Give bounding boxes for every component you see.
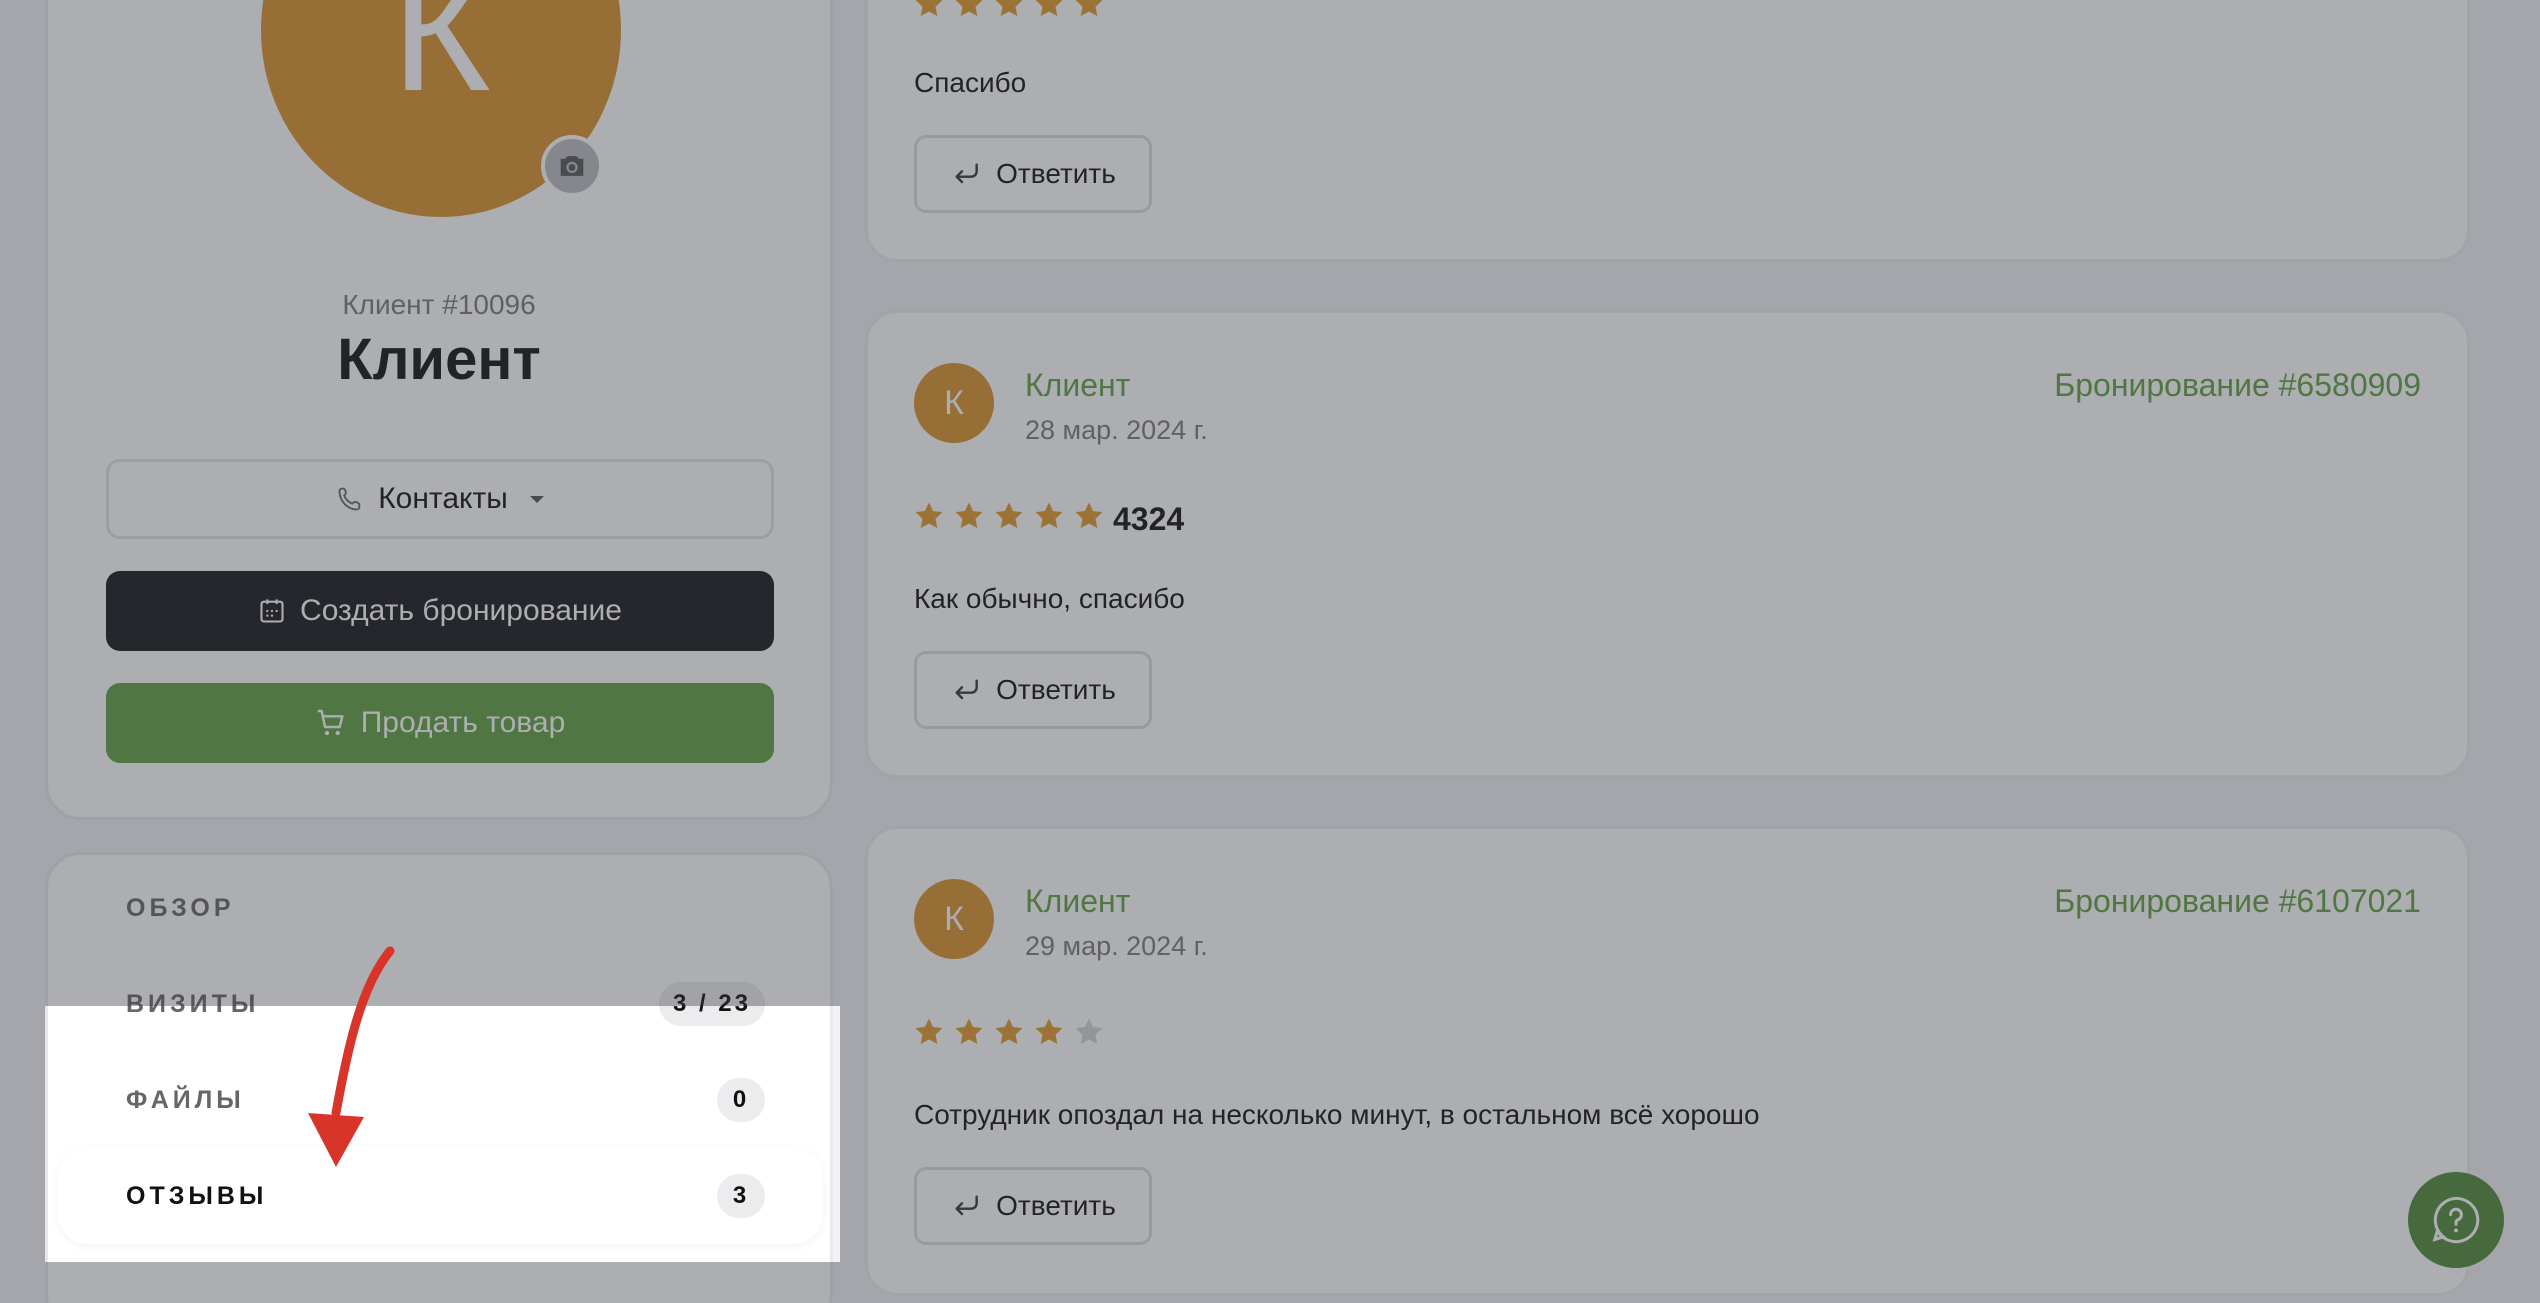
star-rating [912,1015,1106,1049]
avatar-letter: К [944,383,964,422]
review-text: Спасибо [914,67,1027,98]
contacts-button[interactable]: Контакты [106,459,774,539]
review-card: Спасибо Ответить [865,0,2470,262]
review-date: 29 мар. 2024 г. [1025,931,1208,961]
client-name: Клиент [337,327,541,392]
star-filled-icon [1075,0,1103,17]
tab-label: ОТЗЫВЫ [126,1181,268,1210]
count-badge: 3 / 23 [658,982,765,1026]
reply-button[interactable]: Ответить [914,135,1152,213]
tab-label: ФАЙЛЫ [126,1085,245,1114]
calendar-icon [260,599,284,623]
star-filled-icon [915,0,943,17]
tab-files[interactable]: ФАЙЛЫ 0 [58,1052,823,1148]
star-filled-icon [955,1018,983,1045]
booking-link[interactable]: Бронирование #6107021 [2054,883,2421,920]
create-booking-label: Создать бронирование [300,594,622,627]
review-score: 4324 [1113,501,1185,537]
cart-icon [317,709,344,736]
booking-link[interactable]: Бронирование #6580909 [2054,367,2421,404]
profile-nav: ОБЗОР ВИЗИТЫ 3 / 23 ФАЙЛЫ 0 ОТЗЫВЫ 3 [45,852,833,1303]
camera-icon [560,156,584,176]
reply-icon [955,679,979,700]
review-date: 28 мар. 2024 г. [1025,415,1208,445]
count-badge: 3 [717,1174,765,1218]
star-filled-icon [1075,502,1103,529]
review-card: К Клиент 29 мар. 2024 г. Бронирование #6… [865,826,2470,1296]
review-card: К Клиент 28 мар. 2024 г. Бронирование #6… [865,310,2470,778]
review-text: Как обычно, спасибо [914,583,1185,614]
reply-button[interactable]: Ответить [914,1167,1152,1245]
contacts-label: Контакты [378,482,508,515]
change-photo-button[interactable] [541,135,603,197]
review-author-link[interactable]: Клиент [1025,883,1130,920]
star-empty-icon [1075,1018,1103,1045]
reply-icon [955,163,979,184]
star-filled-icon [995,0,1023,17]
avatar-letter: К [391,0,491,127]
reply-label: Ответить [996,158,1116,189]
avatar: К [914,363,994,443]
star-filled-icon [1035,1018,1063,1045]
star-filled-icon [915,1018,943,1045]
tab-overview[interactable]: ОБЗОР [58,860,823,956]
star-filled-icon [995,502,1023,529]
phone-icon [338,487,361,511]
tab-label: ВИЗИТЫ [126,989,260,1018]
client-profile-page: К Клиент #10096 Клиент Контакты Создать … [0,0,2540,1303]
annotation-arrow [308,946,395,1167]
star-filled-icon [995,1018,1023,1045]
sell-product-label: Продать товар [360,706,566,739]
tab-label: ОБЗОР [126,893,235,922]
avatar-letter: К [944,899,964,938]
star-filled-icon [955,502,983,529]
star-rating [912,0,1106,21]
tab-reviews[interactable]: ОТЗЫВЫ 3 [58,1148,823,1244]
review-text: Сотрудник опоздал на несколько минут, в … [914,1099,1760,1130]
star-filled-icon [1035,0,1063,17]
reply-label: Ответить [996,674,1116,705]
sell-product-button[interactable]: Продать товар [106,683,774,763]
chevron-down-icon [529,495,544,503]
create-booking-button[interactable]: Создать бронирование [106,571,774,651]
help-icon [2432,1196,2480,1244]
count-badge: 0 [717,1078,765,1122]
reply-button[interactable]: Ответить [914,651,1152,729]
star-filled-icon [1035,502,1063,529]
review-author-link[interactable]: Клиент [1025,367,1130,404]
tab-visits[interactable]: ВИЗИТЫ 3 / 23 [58,956,823,1052]
client-id: Клиент #10096 [342,289,536,320]
star-filled-icon [915,502,943,529]
star-rating [912,499,1106,533]
reply-label: Ответить [996,1190,1116,1221]
profile-card: К Клиент #10096 Клиент Контакты Создать … [45,0,833,820]
reply-icon [955,1195,979,1216]
star-filled-icon [955,0,983,17]
help-button[interactable] [2408,1172,2504,1268]
avatar: К [914,879,994,959]
